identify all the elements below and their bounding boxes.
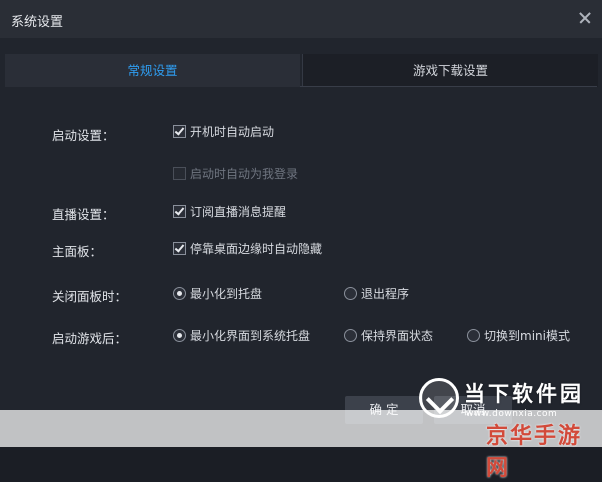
auto-hide-checkbox[interactable]: 停靠桌面边缘时自动隐藏 [173, 241, 343, 259]
auto-hide-label: 停靠桌面边缘时自动隐藏 [190, 242, 323, 256]
main-panel-label: 主面板： [52, 244, 103, 259]
tab-general-settings[interactable]: 常规设置 [5, 54, 300, 87]
live-settings-label: 直播设置： [52, 207, 115, 222]
switch-mini-mode-label: 切换到mini模式 [484, 329, 570, 343]
tab-bar: 常规设置 游戏下载设置 [5, 54, 598, 87]
live-subscribe-checkbox[interactable]: 订阅直播消息提醒 [173, 204, 303, 222]
minimize-to-tray-label: 最小化到托盘 [190, 287, 263, 301]
checkbox-checked-icon [173, 242, 186, 255]
close-icon[interactable] [575, 8, 595, 28]
close-panel-label: 关闭面板时： [52, 289, 128, 304]
checkbox-checked-icon [173, 125, 186, 138]
minimize-ui-to-tray-label: 最小化界面到系统托盘 [190, 329, 311, 343]
keep-ui-state-label: 保持界面状态 [361, 329, 434, 343]
exit-program-radio[interactable]: 退出程序 [344, 286, 424, 304]
title-bar[interactable]: 系统设置 [0, 0, 602, 38]
startup-settings-label: 启动设置： [52, 128, 115, 143]
dialog-title: 系统设置 [11, 15, 64, 30]
radio-selected-icon [173, 287, 186, 300]
radio-unselected-icon [467, 329, 480, 342]
checkbox-unchecked-icon [173, 167, 186, 180]
minimize-to-tray-radio[interactable]: 最小化到托盘 [173, 286, 283, 304]
live-subscribe-label: 订阅直播消息提醒 [190, 205, 287, 219]
keep-ui-state-radio[interactable]: 保持界面状态 [344, 328, 444, 346]
auto-start-label: 开机时自动启动 [190, 125, 275, 139]
auto-start-checkbox[interactable]: 开机时自动启动 [173, 124, 313, 142]
radio-selected-icon [173, 329, 186, 342]
auto-login-checkbox[interactable]: 启动时自动为我登录 [173, 166, 313, 184]
radio-unselected-icon [344, 329, 357, 342]
after-launch-label: 启动游戏后： [52, 331, 128, 346]
auto-login-label: 启动时自动为我登录 [190, 167, 299, 181]
tab-game-download-settings[interactable]: 游戏下载设置 [302, 54, 598, 87]
radio-unselected-icon [344, 287, 357, 300]
minimize-ui-to-tray-radio[interactable]: 最小化界面到系统托盘 [173, 328, 323, 346]
checkbox-checked-icon [173, 205, 186, 218]
cancel-button[interactable]: 取消 [434, 396, 512, 424]
system-settings-dialog: 系统设置 常规设置 游戏下载设置 启动设置： 开机时自动启动 启动时自动为我登录… [0, 0, 602, 447]
confirm-button[interactable]: 确 定 [345, 396, 423, 424]
switch-mini-mode-radio[interactable]: 切换到mini模式 [467, 328, 577, 346]
exit-program-label: 退出程序 [361, 287, 410, 301]
